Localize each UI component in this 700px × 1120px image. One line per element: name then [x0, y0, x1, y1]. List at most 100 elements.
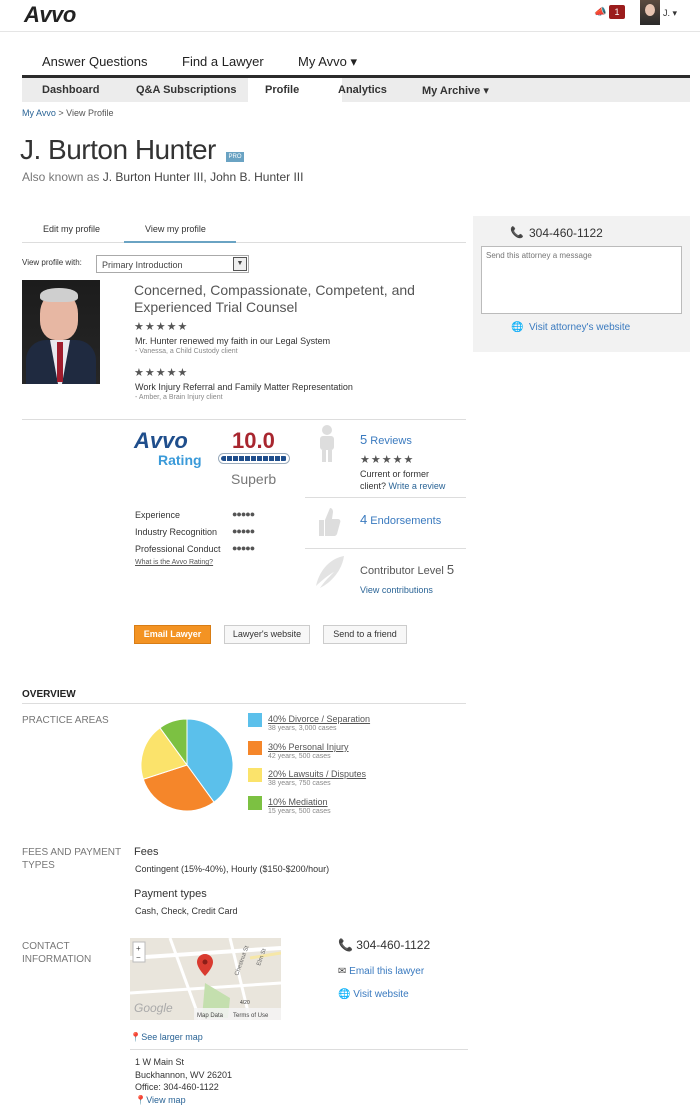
user-avatar[interactable] [640, 0, 660, 25]
factor-dots: ●●●●● [232, 526, 255, 536]
phone-icon: 📞 [338, 938, 357, 952]
see-larger-map[interactable]: 📍See larger map [130, 1031, 203, 1043]
what-is-avvo-rating-link[interactable]: What is the Avvo Rating? [135, 559, 213, 566]
page-title: J. Burton Hunter [20, 134, 216, 165]
legend-detail: 15 years, 500 cases [268, 808, 331, 815]
select-value: Primary Introduction [102, 260, 183, 270]
legend-swatch [248, 796, 262, 810]
contributor-level: Contributor Level 5 [360, 562, 454, 577]
divider [305, 548, 466, 549]
endorsements-link[interactable]: 4 Endorsements [360, 512, 441, 527]
intro-title: Concerned, Compassionate, Competent, and… [134, 282, 415, 315]
divider [22, 703, 466, 704]
legend-label[interactable]: 10% Mediation [268, 797, 328, 807]
contact-email[interactable]: ✉ Email this lawyer [338, 966, 424, 977]
review-text: Mr. Hunter renewed my faith in our Legal… [135, 336, 331, 346]
address-office: Office: 304-460-1122 [135, 1082, 219, 1092]
legend-swatch [248, 768, 262, 782]
payment-text: Cash, Check, Credit Card [135, 906, 238, 916]
subnav-dashboard[interactable]: Dashboard [42, 84, 99, 96]
contact-phone[interactable]: 📞 304-460-1122 [338, 938, 430, 952]
tab-active-indicator [124, 241, 236, 243]
address-line1: 1 W Main St [135, 1057, 185, 1067]
write-review-link[interactable]: Write a review [389, 481, 446, 491]
contact-card: 📞 304-460-1122 🌐 Visit attorney's websit… [473, 216, 690, 352]
user-menu[interactable]: J. ▾ [663, 8, 677, 19]
factor-label: Experience [135, 510, 181, 520]
legend-detail: 38 years, 750 cases [268, 780, 331, 787]
subnav-qa-subscriptions[interactable]: Q&A Subscriptions [136, 84, 236, 96]
feather-icon [312, 554, 346, 597]
nav-my-avvo[interactable]: My Avvo ▾ [298, 54, 357, 70]
divider [305, 497, 466, 498]
profile-tabs: Edit my profile View my profile [22, 216, 466, 243]
message-field[interactable] [481, 246, 682, 314]
contributor-label: Contributor Level [360, 565, 447, 577]
see-larger-map-link[interactable]: See larger map [141, 1032, 203, 1042]
avvo-logo[interactable]: Avvo [24, 2, 76, 28]
aka-line: Also known as J. Burton Hunter III, John… [22, 170, 303, 184]
fees-text: Contingent (15%-40%), Hourly ($150-$200/… [135, 864, 330, 874]
contact-website[interactable]: 🌐 Visit website [338, 989, 409, 1000]
subnav-my-archive[interactable]: My Archive ▾ [422, 84, 489, 97]
thumbs-up-icon [315, 504, 341, 545]
card-phone[interactable]: 304-460-1122 [529, 226, 603, 240]
contact-email-link[interactable]: Email this lawyer [349, 966, 424, 977]
lawyer-website-button[interactable]: Lawyer's website [224, 625, 310, 644]
lawyer-photo [22, 280, 100, 384]
legend-label[interactable]: 20% Lawsuits / Disputes [268, 769, 366, 779]
rating-bar [218, 453, 290, 464]
practice-areas-label: PRACTICE AREAS [22, 715, 109, 726]
chevron-down-icon[interactable]: ▼ [233, 257, 247, 271]
view-contributions-link[interactable]: View contributions [360, 584, 433, 596]
megaphone-icon[interactable]: 📣 [594, 7, 606, 18]
subnav-profile[interactable]: Profile [265, 84, 299, 96]
view-map[interactable]: 📍View map [135, 1095, 186, 1106]
view-profile-with-select[interactable]: Primary Introduction ▼ [96, 255, 249, 273]
factor-dots: ●●●●● [232, 543, 255, 553]
svg-text:−: − [136, 953, 141, 962]
reviews-stars: ★★★★★ [360, 454, 415, 466]
legend-swatch [248, 741, 262, 755]
aka-prefix: Also known as [22, 170, 103, 184]
review-text: Work Injury Referral and Family Matter R… [135, 382, 353, 392]
envelope-icon: ✉ [338, 966, 350, 977]
send-to-friend-button[interactable]: Send to a friend [323, 625, 407, 644]
legend-label[interactable]: 30% Personal Injury [268, 742, 349, 752]
review-cta-client: client? [360, 481, 389, 491]
review-cta: Current or former client? Write a review [360, 468, 445, 492]
visit-website-link[interactable]: Visit attorney's website [529, 322, 630, 333]
legend-label[interactable]: 40% Divorce / Separation [268, 714, 370, 724]
svg-text:+: + [136, 944, 141, 953]
contact-info-label: CONTACT INFORMATION [22, 941, 92, 965]
factor-label: Industry Recognition [135, 527, 218, 537]
tab-view-profile[interactable]: View my profile [145, 224, 206, 234]
google-logo: Google [134, 1001, 173, 1015]
map-pin-icon: 📍 [135, 1095, 147, 1105]
main-nav: Answer Questions Find a Lawyer My Avvo ▾ [22, 50, 690, 78]
pro-badge: PRO [226, 152, 244, 162]
review-cta-prefix: Current or former [360, 469, 430, 479]
aka-names: J. Burton Hunter III, John B. Hunter III [102, 170, 304, 184]
factor-label: Professional Conduct [135, 544, 221, 554]
location-map[interactable]: Chestnut St Elm St + − Google 4/20 Map D… [130, 938, 281, 1020]
reviews-link[interactable]: 5 Reviews [360, 432, 412, 447]
review-author: - Amber, a Brain Injury client [135, 394, 223, 401]
nav-find-a-lawyer[interactable]: Find a Lawyer [182, 54, 264, 69]
map-scale: 4/20 [240, 1000, 250, 1006]
globe-icon: 🌐 [511, 322, 524, 333]
view-map-link[interactable]: View map [146, 1095, 185, 1105]
tab-edit-profile[interactable]: Edit my profile [43, 224, 100, 234]
top-bar: Avvo 📣 1 J. ▾ [0, 0, 700, 32]
notification-badge[interactable]: 1 [609, 5, 625, 19]
phone-icon: 📞 [510, 227, 524, 239]
globe-icon: 🌐 [338, 989, 354, 1000]
email-lawyer-button[interactable]: Email Lawyer [134, 625, 211, 644]
factor-dots: ●●●●● [232, 509, 255, 519]
contact-phone-number: 304-460-1122 [356, 938, 431, 952]
breadcrumb-my-avvo[interactable]: My Avvo [22, 108, 56, 118]
nav-answer-questions[interactable]: Answer Questions [42, 54, 148, 69]
contact-website-link[interactable]: Visit website [353, 989, 408, 1000]
subnav-analytics[interactable]: Analytics [338, 84, 387, 96]
map-data-link: Map Data [197, 1013, 224, 1019]
